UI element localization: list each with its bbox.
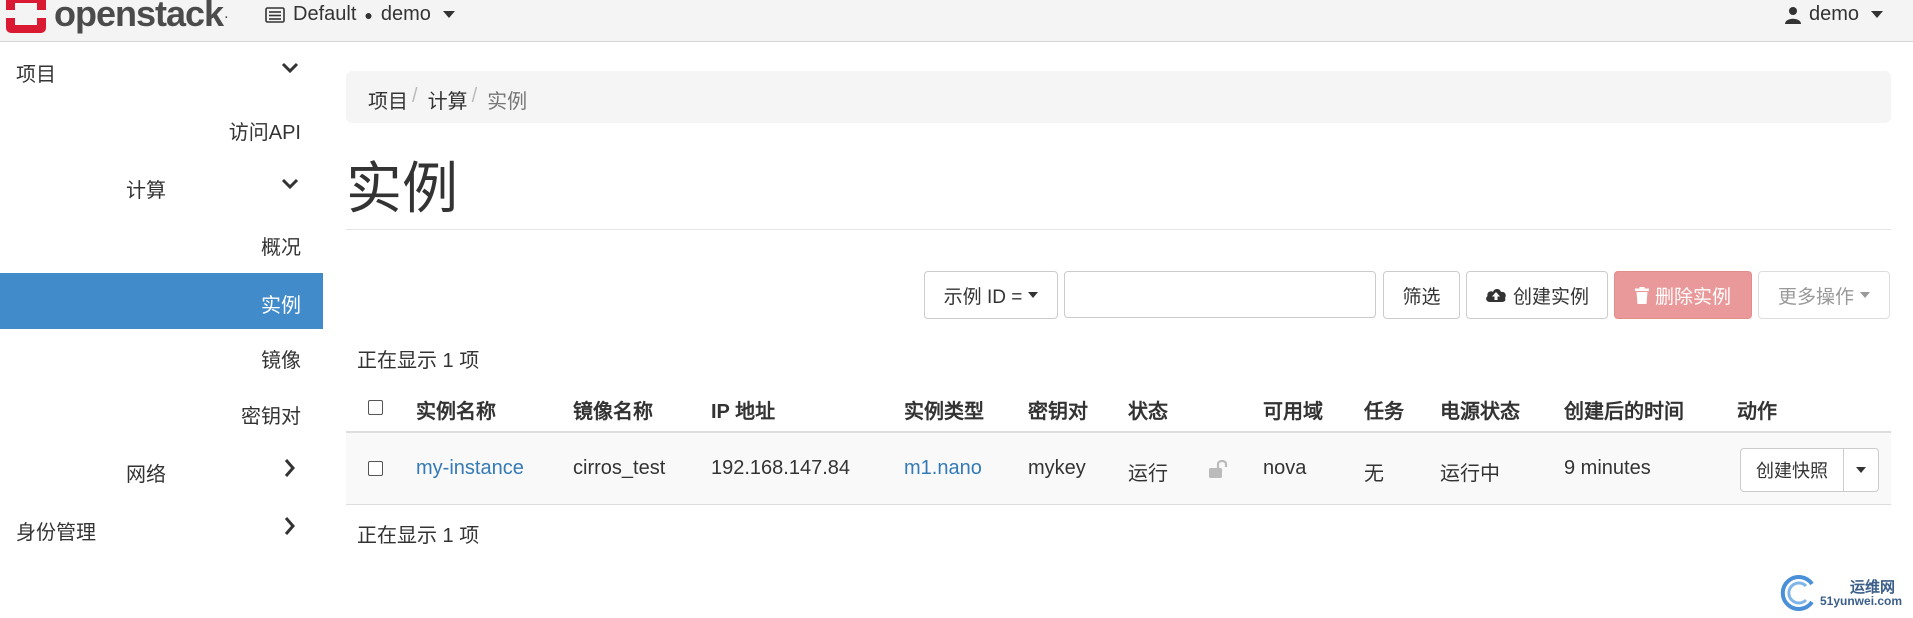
column-header-age[interactable]: 创建后的时间 (1564, 395, 1684, 424)
row-select-checkbox[interactable] (368, 461, 383, 476)
create-snapshot-button[interactable]: 创建快照 (1740, 448, 1844, 492)
sidebar-item-label: 概况 (261, 237, 301, 259)
sidebar-item-label: 项目 (16, 64, 56, 86)
column-header-task[interactable]: 任务 (1364, 395, 1404, 424)
instance-age: 9 minutes (1564, 457, 1651, 479)
sidebar: 项目 访问API 计算 概况 实例 镜像 密钥对 网络 身份管理 (0, 42, 323, 618)
column-header-keypair[interactable]: 密钥对 (1028, 395, 1088, 424)
sidebar-item-project[interactable]: 项目 (0, 42, 323, 98)
sidebar-item-label: 计算 (126, 180, 166, 202)
instance-status: 运行 (1128, 463, 1168, 485)
user-icon (1784, 6, 1801, 24)
user-menu[interactable]: demo (1784, 3, 1883, 26)
table-header: 实例名称 镜像名称 IP 地址 实例类型 密钥对 状态 可用域 任务 电源状态 … (346, 383, 1891, 433)
site-watermark: 运维网 51yunwei.com (1778, 572, 1908, 612)
unlock-icon (1209, 459, 1228, 478)
sidebar-item-overview[interactable]: 概况 (0, 215, 323, 271)
instance-flavor-link[interactable]: m1.nano (904, 457, 982, 480)
chevron-down-icon (442, 11, 455, 18)
breadcrumb-separator: / (412, 85, 418, 107)
chevron-down-icon (1856, 467, 1866, 473)
sidebar-item-label: 密钥对 (241, 406, 301, 428)
more-actions-button[interactable]: 更多操作 (1758, 271, 1890, 319)
brand-registered-dot: . (224, 5, 229, 22)
column-header-power[interactable]: 电源状态 (1440, 395, 1520, 424)
items-count-bottom: 正在显示 1 项 (357, 525, 480, 547)
breadcrumb-item-compute[interactable]: 计算 (428, 85, 468, 114)
chevron-down-icon (1860, 292, 1870, 298)
trash-icon (1634, 286, 1649, 304)
items-count-top: 正在显示 1 项 (357, 350, 480, 372)
openstack-logo[interactable]: openstack. (4, 0, 229, 36)
create-instance-label: 创建实例 (1512, 286, 1589, 308)
create-instance-button[interactable]: 创建实例 (1466, 271, 1608, 319)
chevron-right-icon (284, 517, 295, 535)
sidebar-item-instances[interactable]: 实例 (0, 273, 323, 329)
column-header-ip[interactable]: IP 地址 (711, 395, 775, 424)
breadcrumb-item-instances: 实例 (487, 91, 528, 113)
sidebar-item-network[interactable]: 网络 (0, 442, 323, 498)
instance-name-link[interactable]: my-instance (416, 457, 524, 480)
sidebar-item-label: 镜像 (261, 350, 301, 372)
chevron-down-icon (281, 62, 299, 74)
domain-name: Default (293, 3, 357, 25)
project-name: demo (380, 3, 431, 25)
sidebar-item-label: 访问API (228, 122, 301, 144)
chevron-right-icon (284, 459, 295, 477)
delete-instances-label: 删除实例 (1654, 286, 1731, 308)
column-header-actions: 动作 (1737, 401, 1777, 423)
sidebar-item-images[interactable]: 镜像 (0, 328, 323, 384)
page-title: 实例 (346, 157, 458, 220)
instance-zone: nova (1263, 457, 1307, 479)
select-all-checkbox[interactable] (368, 400, 383, 415)
filter-button[interactable]: 筛选 (1383, 271, 1460, 319)
user-name: demo (1808, 3, 1859, 25)
column-header-flavor[interactable]: 实例类型 (904, 395, 984, 424)
chevron-down-icon (1028, 292, 1039, 298)
chevron-down-icon (1871, 11, 1883, 18)
sidebar-item-api-access[interactable]: 访问API (0, 100, 323, 156)
watermark-logo-icon (1780, 575, 1814, 611)
sidebar-item-key-pairs[interactable]: 密钥对 (0, 384, 323, 440)
instance-keypair: mykey (1028, 457, 1086, 479)
column-header-zone[interactable]: 可用域 (1263, 395, 1323, 424)
instance-ip: 192.168.147.84 (711, 457, 851, 479)
cloud-upload-icon (1486, 289, 1506, 302)
breadcrumb-item-project[interactable]: 项目 (368, 85, 408, 114)
instance-power-state: 运行中 (1440, 463, 1500, 485)
brand-name: openstack (54, 0, 224, 34)
project-list-icon (265, 6, 285, 23)
sidebar-item-label: 身份管理 (16, 522, 96, 544)
top-navbar: openstack. Default ● demo demo (0, 0, 1913, 42)
instance-image: cirros_test (573, 457, 666, 479)
column-header-image[interactable]: 镜像名称 (573, 395, 653, 424)
filter-input[interactable] (1064, 271, 1376, 318)
delete-instances-button[interactable]: 删除实例 (1614, 271, 1752, 319)
instance-task: 无 (1364, 463, 1384, 485)
breadcrumb-separator: / (471, 85, 478, 107)
column-header-name[interactable]: 实例名称 (416, 395, 496, 424)
sidebar-item-identity[interactable]: 身份管理 (0, 500, 323, 556)
openstack-logo-icon (6, 0, 46, 33)
chevron-down-icon (281, 178, 299, 190)
watermark-domain: 51yunwei.com (1820, 594, 1903, 608)
project-switcher[interactable]: Default ● demo (265, 3, 455, 26)
sidebar-item-label: 实例 (261, 295, 301, 317)
more-actions-label: 更多操作 (1777, 286, 1854, 308)
breadcrumb: 项目 / 计算 / 实例 (346, 71, 1891, 123)
column-header-status[interactable]: 状态 (1128, 395, 1168, 424)
sidebar-item-compute[interactable]: 计算 (0, 158, 323, 214)
title-divider (346, 229, 1891, 230)
row-actions-dropdown[interactable] (1843, 448, 1879, 492)
table-row: my-instance cirros_test 192.168.147.84 m… (346, 433, 1891, 505)
bullet-separator: ● (364, 6, 373, 23)
filter-field-label: 示例 ID = (943, 286, 1023, 308)
filter-field-select[interactable]: 示例 ID = (924, 271, 1058, 319)
sidebar-item-label: 网络 (126, 464, 166, 486)
filter-button-label: 筛选 (1402, 286, 1441, 308)
